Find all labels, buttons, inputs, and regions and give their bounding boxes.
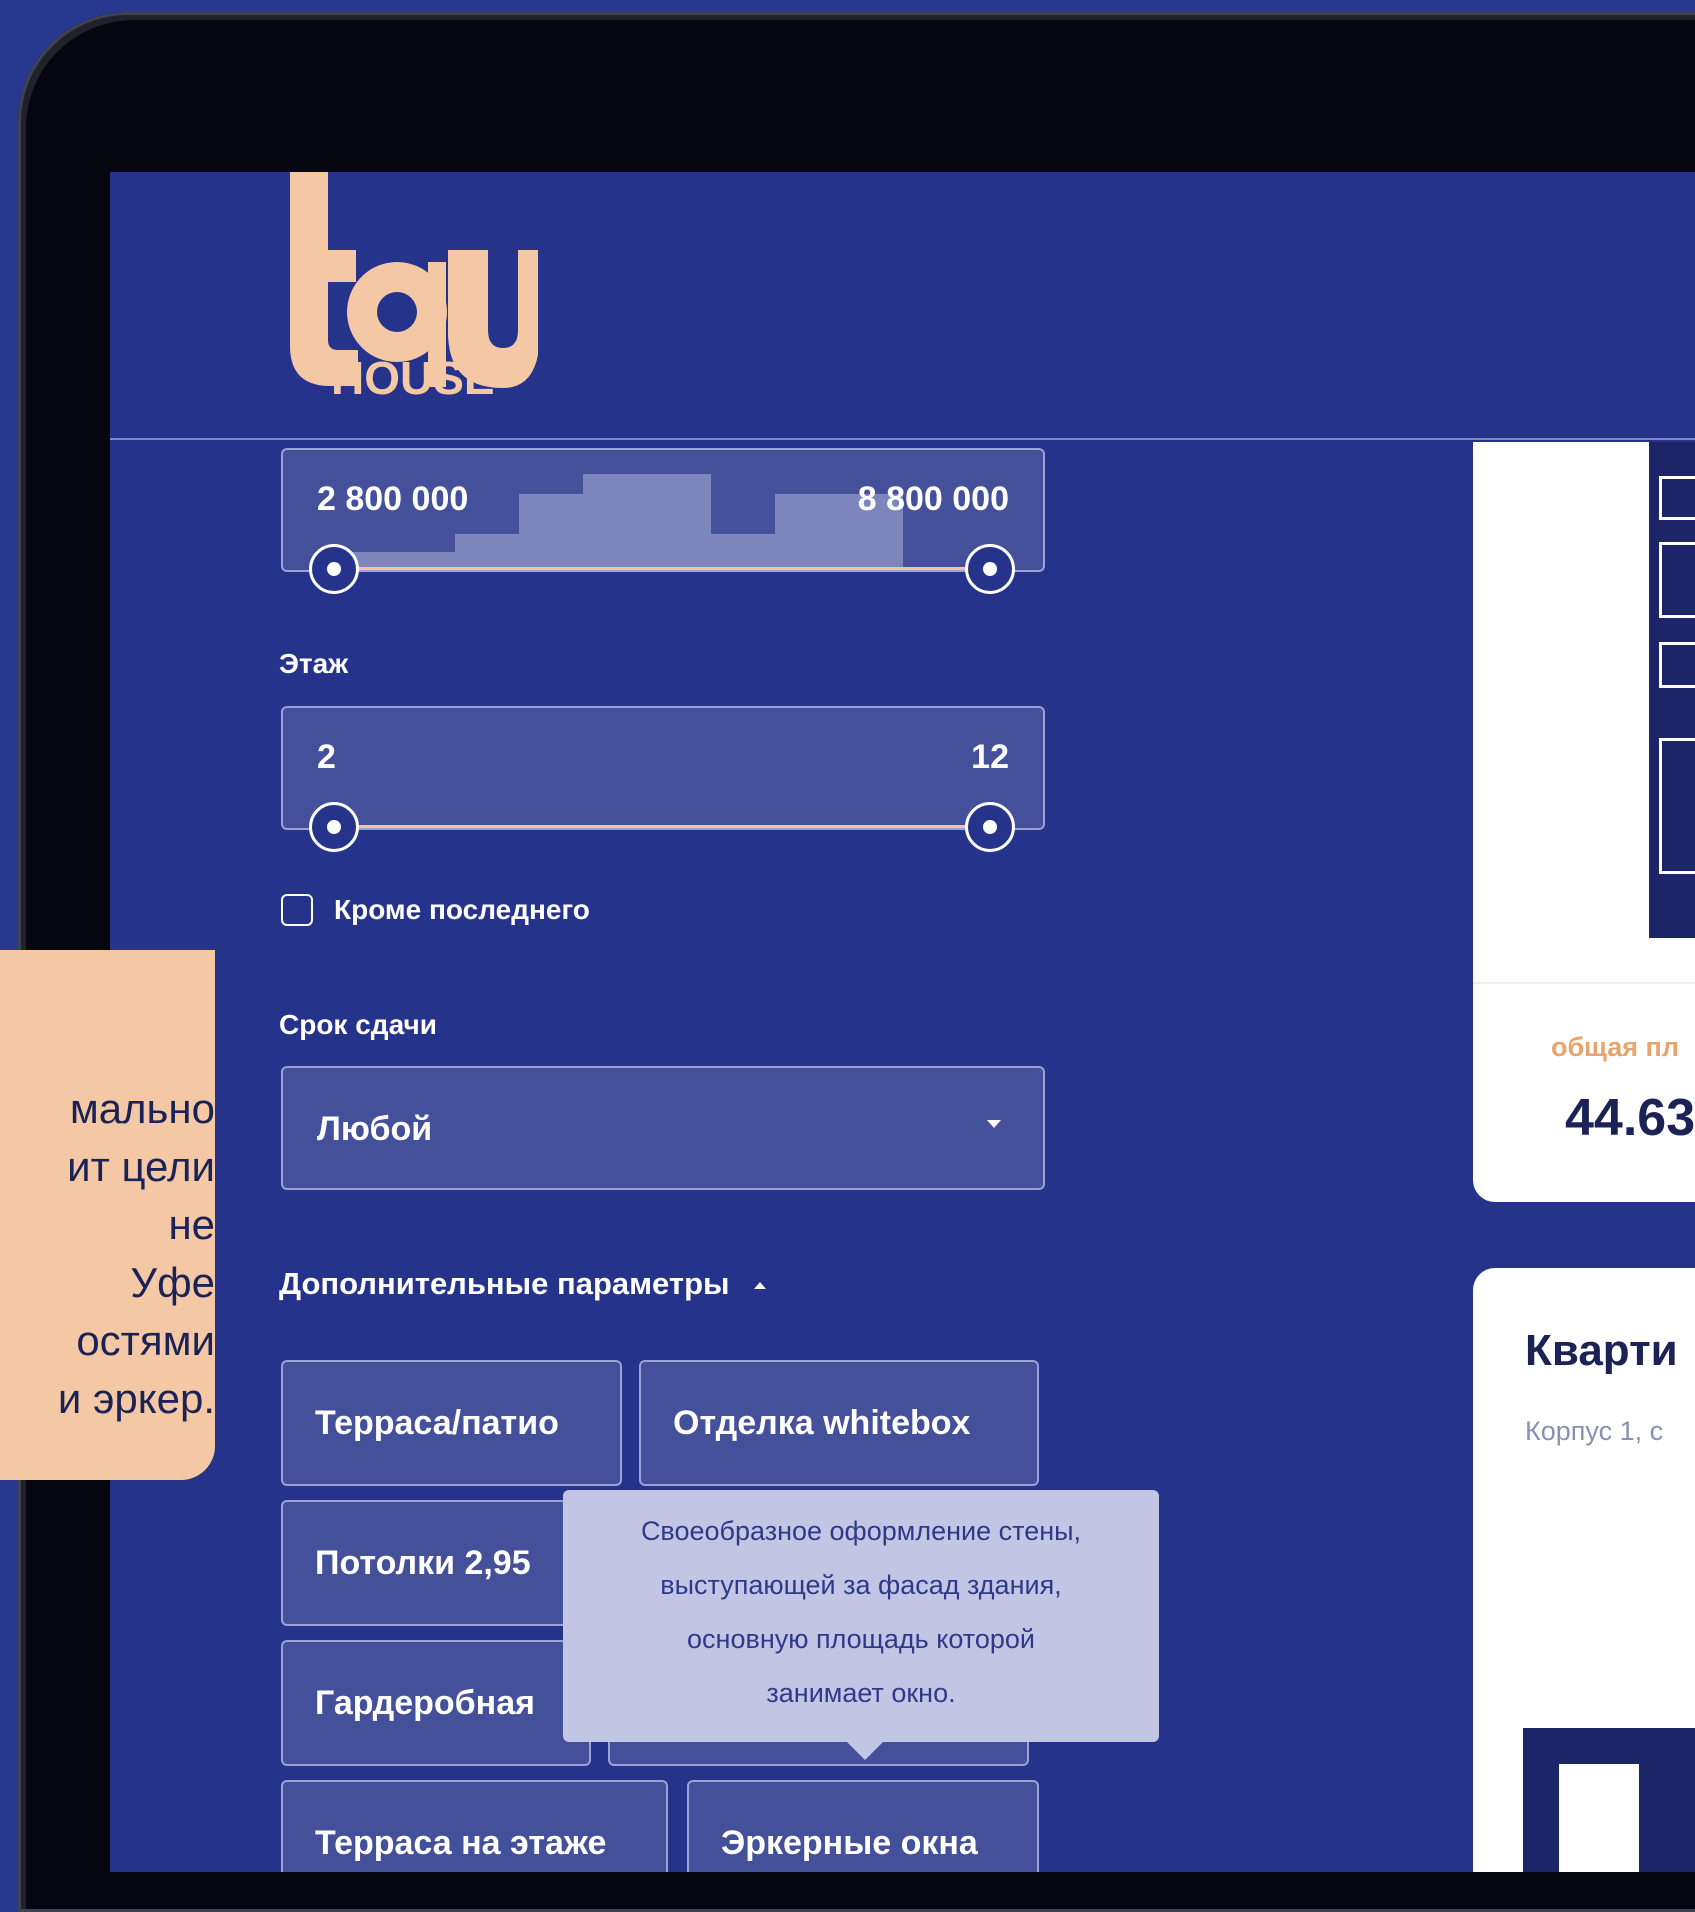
screen: ® HOUSE 2 800 000 8 800 000 Этаж 2 12 Кр…	[110, 172, 1695, 1872]
except-last-checkbox[interactable]	[281, 894, 313, 926]
deadline-label: Срок сдачи	[279, 1009, 437, 1040]
chevron-down-icon	[987, 1120, 1001, 1128]
price-min-thumb[interactable]	[309, 544, 359, 594]
header-divider	[110, 438, 1695, 440]
bay-window-tooltip: Своеобразное оформление стены, выступающ…	[563, 1490, 1159, 1760]
logo-house-text: HOUSE	[331, 352, 495, 402]
deadline-select[interactable]: Любой	[281, 1066, 1045, 1190]
chip-whitebox[interactable]: Отделка whitebox	[639, 1360, 1039, 1486]
floorplan-card[interactable]: общая пл 44.63	[1473, 442, 1695, 1202]
floor-range-slider[interactable]: 2 12	[281, 706, 1045, 830]
price-min-value: 2 800 000	[317, 480, 469, 518]
area-value: 44.63	[1565, 1089, 1695, 1147]
except-last-label[interactable]: Кроме последнего	[334, 894, 590, 926]
area-label: общая пл	[1551, 1032, 1680, 1062]
deadline-value: Любой	[317, 1110, 433, 1148]
floor-min-thumb[interactable]	[309, 802, 359, 852]
floor-track	[334, 825, 990, 828]
floorplan-image	[1649, 442, 1695, 938]
floor-max-thumb[interactable]	[965, 802, 1015, 852]
chevron-up-icon	[754, 1282, 767, 1290]
promo-card: мально ит цели не Уфе остями и эркер.	[0, 950, 215, 1480]
svg-text:®: ®	[518, 339, 529, 355]
floor-max-value: 12	[971, 738, 1009, 776]
chip-bay-windows[interactable]: Эркерные окна	[687, 1780, 1039, 1872]
tau-house-logo[interactable]: ® HOUSE	[278, 172, 538, 402]
price-range-slider[interactable]: 2 800 000 8 800 000	[281, 448, 1045, 572]
floor-label: Этаж	[279, 648, 349, 679]
floor-min-value: 2	[317, 738, 336, 776]
chip-wardrobe[interactable]: Гардеробная	[281, 1640, 591, 1766]
price-track	[334, 567, 990, 570]
apartment-title: Кварти	[1525, 1326, 1678, 1375]
chip-terrace[interactable]: Терраса/патио	[281, 1360, 622, 1486]
apartment-plan-image	[1523, 1728, 1695, 1872]
chip-terrace-floor[interactable]: Терраса на этаже	[281, 1780, 668, 1872]
price-max-value: 8 800 000	[857, 480, 1009, 518]
extra-params-label: Дополнительные параметры	[279, 1266, 730, 1301]
chip-ceilings[interactable]: Потолки 2,95	[281, 1500, 571, 1626]
apartment-subtitle: Корпус 1, с	[1525, 1416, 1664, 1446]
apartment-card[interactable]: Кварти Корпус 1, с	[1473, 1268, 1695, 1872]
extra-params-toggle[interactable]: Дополнительные параметры	[279, 1266, 767, 1302]
price-max-thumb[interactable]	[965, 544, 1015, 594]
